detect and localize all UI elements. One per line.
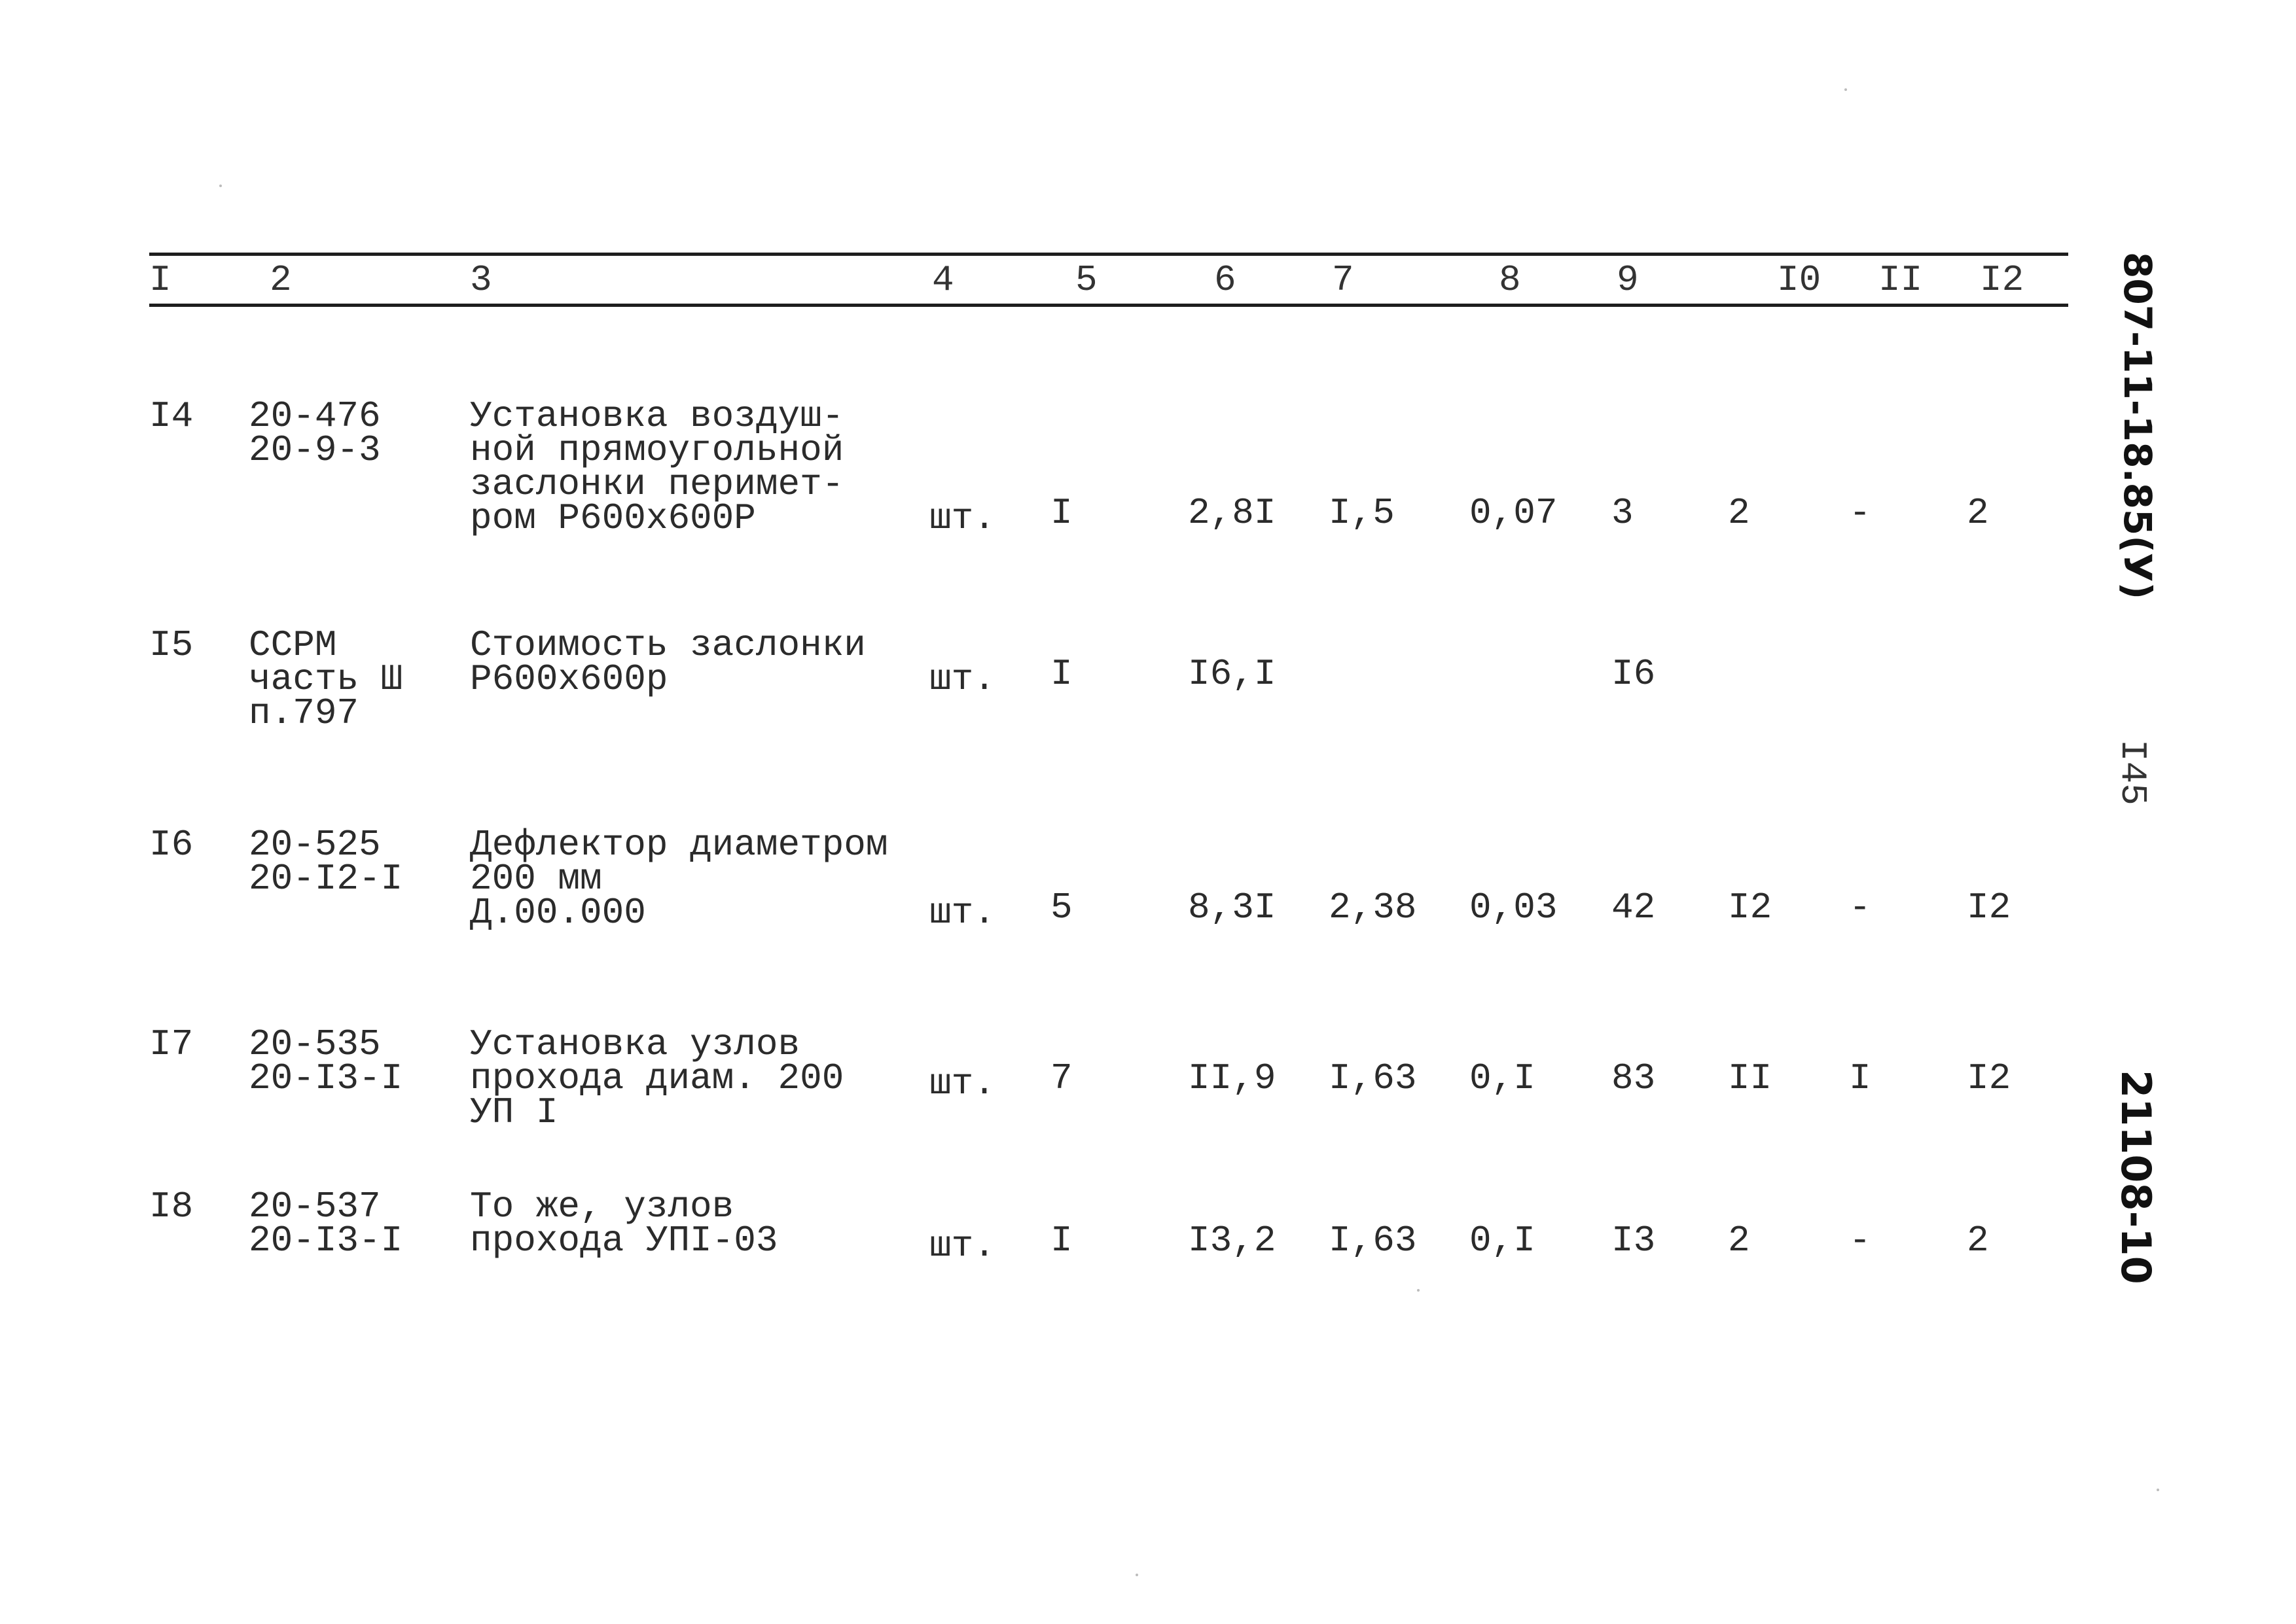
code-line: 20-I3-I xyxy=(249,1057,403,1099)
col12-value: 2 xyxy=(1967,492,1989,534)
col10-value: II xyxy=(1728,1057,1772,1099)
unit: шт. xyxy=(929,1063,996,1104)
header-col-4: 4 xyxy=(932,259,954,301)
description-line: Р600х600р xyxy=(470,658,668,700)
col9-value: I6 xyxy=(1611,653,1656,695)
description-line: Стоимость заслонки xyxy=(470,624,866,666)
col10-value: I2 xyxy=(1728,887,1772,928)
col7-value: I,5 xyxy=(1329,492,1395,534)
header-col-12: I2 xyxy=(1980,259,2024,301)
scan-speck xyxy=(1844,88,1847,91)
code-line: 20-9-3 xyxy=(249,429,381,471)
col11-value: - xyxy=(1849,1220,1871,1262)
scan-speck xyxy=(2157,1489,2159,1491)
description-line: прохода диам. 200 xyxy=(470,1057,844,1099)
description-line: То же, узлов xyxy=(470,1186,734,1227)
code-line: 20-535 xyxy=(249,1023,381,1065)
col11-value: I xyxy=(1849,1057,1871,1099)
code-line: 20-I2-I xyxy=(249,858,403,900)
scan-speck xyxy=(219,185,222,187)
col12-value: 2 xyxy=(1967,1220,1989,1262)
col8-value: 0,07 xyxy=(1469,492,1558,534)
archive-number-stamp: 21108-10 xyxy=(2112,1070,2160,1284)
code-line: часть Ш xyxy=(249,658,403,700)
row-number: I5 xyxy=(149,624,194,666)
header-col-6: 6 xyxy=(1214,259,1236,301)
col5-value: I xyxy=(1050,1220,1073,1262)
col6-value: 2,8I xyxy=(1188,492,1276,534)
header-col-8: 8 xyxy=(1499,259,1521,301)
unit: шт. xyxy=(929,497,996,539)
col5-value: 5 xyxy=(1050,887,1073,928)
document-code-stamp: 807-11-18.85(У) xyxy=(2115,252,2160,600)
col6-value: II,9 xyxy=(1188,1057,1276,1099)
table-top-rule xyxy=(149,253,2068,256)
col8-value: 0,I xyxy=(1469,1057,1535,1099)
code-line: 20-537 xyxy=(249,1186,381,1227)
row-number: I6 xyxy=(149,824,194,866)
col7-value: I,63 xyxy=(1329,1057,1417,1099)
description-line: Д.00.000 xyxy=(470,892,646,934)
col6-value: I3,2 xyxy=(1188,1220,1276,1262)
col8-value: 0,I xyxy=(1469,1220,1535,1262)
description-line: 200 мм xyxy=(470,858,602,900)
unit: шт. xyxy=(929,1225,996,1267)
col9-value: 42 xyxy=(1611,887,1656,928)
description-line: прохода УПI-03 xyxy=(470,1220,778,1262)
col7-value: 2,38 xyxy=(1329,887,1417,928)
unit: шт. xyxy=(929,892,996,934)
col6-value: 8,3I xyxy=(1188,887,1276,928)
col5-value: I xyxy=(1050,492,1073,534)
description-line: Дефлектор диаметром xyxy=(470,824,888,866)
col5-value: 7 xyxy=(1050,1057,1073,1099)
col10-value: 2 xyxy=(1728,1220,1750,1262)
code-line: 20-476 xyxy=(249,395,381,437)
description-line: Установка воздуш- xyxy=(470,395,844,437)
description-line: УП I xyxy=(470,1091,558,1133)
col9-value: 83 xyxy=(1611,1057,1656,1099)
scan-speck xyxy=(1417,1289,1420,1292)
col10-value: 2 xyxy=(1728,492,1750,534)
code-line: п.797 xyxy=(249,692,359,734)
col7-value: I,63 xyxy=(1329,1220,1417,1262)
scan-speck xyxy=(1136,1574,1138,1576)
header-col-9: 9 xyxy=(1617,259,1639,301)
header-col-5: 5 xyxy=(1075,259,1098,301)
col11-value: - xyxy=(1849,492,1871,534)
unit: шт. xyxy=(929,658,996,700)
header-col-3: 3 xyxy=(470,259,492,301)
col6-value: I6,I xyxy=(1188,653,1276,695)
col11-value: - xyxy=(1849,887,1871,928)
page-number: I45 xyxy=(2111,739,2153,805)
col9-value: I3 xyxy=(1611,1220,1656,1262)
header-col-7: 7 xyxy=(1332,259,1354,301)
description-line: Установка узлов xyxy=(470,1023,800,1065)
header-col-11: II xyxy=(1878,259,1923,301)
col12-value: I2 xyxy=(1967,887,2011,928)
row-number: I7 xyxy=(149,1023,194,1065)
code-line: 20-525 xyxy=(249,824,381,866)
header-col-1: I xyxy=(149,259,171,301)
code-line: 20-I3-I xyxy=(249,1220,403,1262)
col12-value: I2 xyxy=(1967,1057,2011,1099)
description-line: ром Р600х600Р xyxy=(470,497,756,539)
header-col-10: I0 xyxy=(1777,259,1821,301)
header-col-2: 2 xyxy=(270,259,292,301)
description-line: ной прямоугольной xyxy=(470,429,844,471)
row-number: I8 xyxy=(149,1186,194,1227)
row-number: I4 xyxy=(149,395,194,437)
table-header-rule xyxy=(149,304,2068,307)
code-line: ССРМ xyxy=(249,624,337,666)
col8-value: 0,03 xyxy=(1469,887,1558,928)
col5-value: I xyxy=(1050,653,1073,695)
description-line: заслонки перимет- xyxy=(470,463,844,505)
col9-value: 3 xyxy=(1611,492,1634,534)
